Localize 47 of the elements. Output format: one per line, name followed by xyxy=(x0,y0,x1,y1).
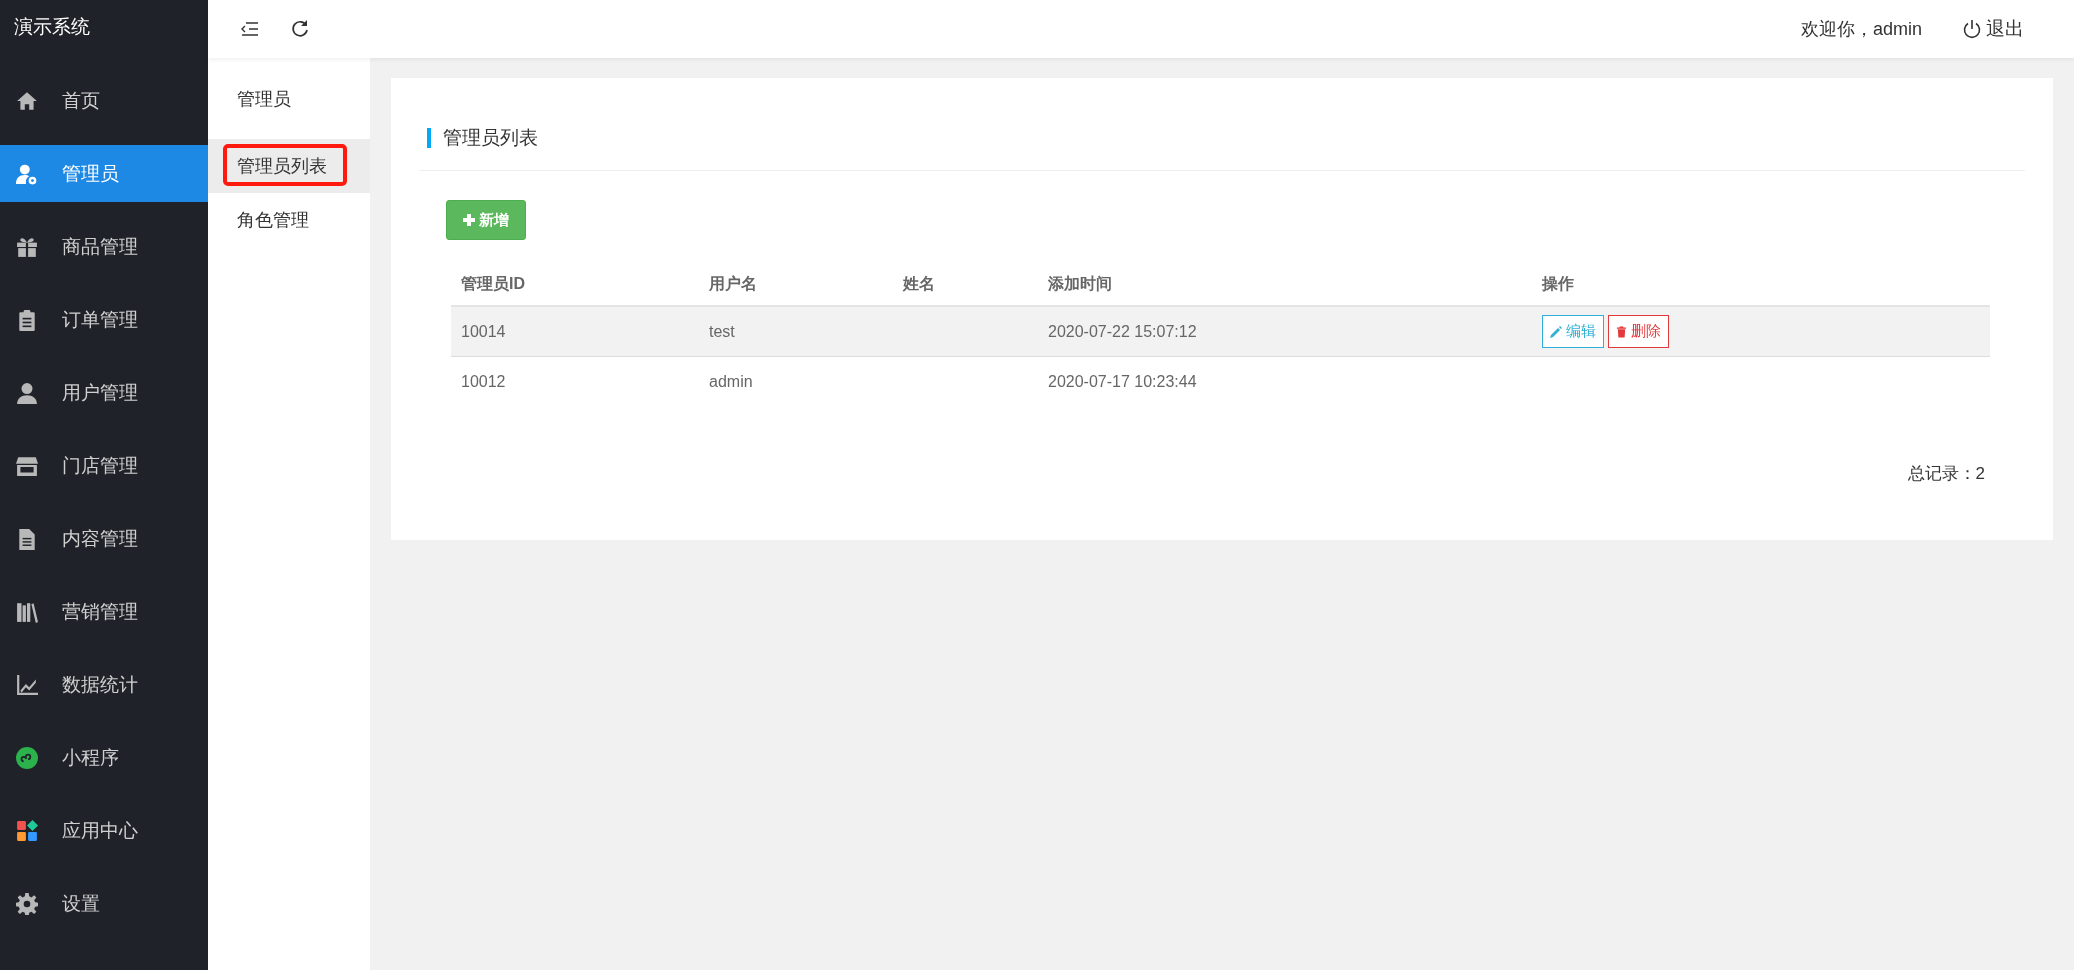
table-cell: test xyxy=(709,322,735,340)
storefront-icon xyxy=(16,454,38,477)
table-row[interactable]: 10014 test 2020-07-22 15:07:12 编辑 删除 xyxy=(451,306,1990,357)
submenu-item[interactable]: 管理员列表 xyxy=(208,139,370,193)
delete-button[interactable]: 删除 xyxy=(1608,315,1669,348)
menu-icon xyxy=(240,19,260,39)
plus-icon xyxy=(463,214,475,226)
refresh-icon xyxy=(290,19,310,39)
link-circle-icon xyxy=(16,746,38,769)
table-row[interactable]: 10012 admin 2020-07-17 10:23:44 xyxy=(451,356,1990,406)
user-icon xyxy=(16,381,38,404)
table-cell: 10012 xyxy=(461,372,506,390)
title-accent-bar xyxy=(427,128,431,148)
sidebar-item[interactable]: 小程序 xyxy=(0,729,208,786)
settings-icon xyxy=(16,892,38,915)
tiles-icon xyxy=(16,819,38,842)
power-icon xyxy=(1962,19,1982,39)
user-gear-icon xyxy=(16,162,38,185)
table-cell: 10014 xyxy=(461,322,506,340)
table-cell: 2020-07-22 15:07:12 xyxy=(1048,322,1197,340)
sidebar-item[interactable]: 营销管理 xyxy=(0,583,208,640)
sidebar-item[interactable]: 设置 xyxy=(0,875,208,932)
record-count: 总记录：2 xyxy=(1907,463,1985,485)
books-icon xyxy=(16,600,38,623)
sidebar-item[interactable]: 商品管理 xyxy=(0,218,208,275)
clipboard-icon xyxy=(16,308,38,331)
sidebar-item[interactable]: 管理员 xyxy=(0,145,208,202)
submenu-title: 管理员 xyxy=(236,87,292,111)
app-title: 演示系统 xyxy=(13,15,91,39)
card-title: 管理员列表 xyxy=(443,126,538,150)
sidebar-item[interactable]: 首页 xyxy=(0,72,208,129)
pencil-icon xyxy=(1550,325,1562,338)
line-chart-icon xyxy=(16,673,38,696)
sidebar-item[interactable]: 用户管理 xyxy=(0,364,208,421)
logout-button[interactable]: 退出 xyxy=(1962,16,2024,42)
document-icon xyxy=(16,527,38,550)
table-cell: admin xyxy=(709,372,753,390)
sidebar-item[interactable]: 订单管理 xyxy=(0,291,208,348)
gift-icon xyxy=(16,235,38,258)
welcome-text: 欢迎你，admin xyxy=(1800,18,1922,41)
table-cell: 2020-07-17 10:23:44 xyxy=(1048,372,1197,390)
sidebar-item[interactable]: 应用中心 xyxy=(0,802,208,859)
trash-icon xyxy=(1616,325,1627,338)
submenu-item[interactable]: 角色管理 xyxy=(208,193,370,247)
sidebar-item[interactable]: 内容管理 xyxy=(0,510,208,567)
sidebar-item[interactable]: 门店管理 xyxy=(0,437,208,494)
sidebar-item[interactable]: 数据统计 xyxy=(0,656,208,713)
